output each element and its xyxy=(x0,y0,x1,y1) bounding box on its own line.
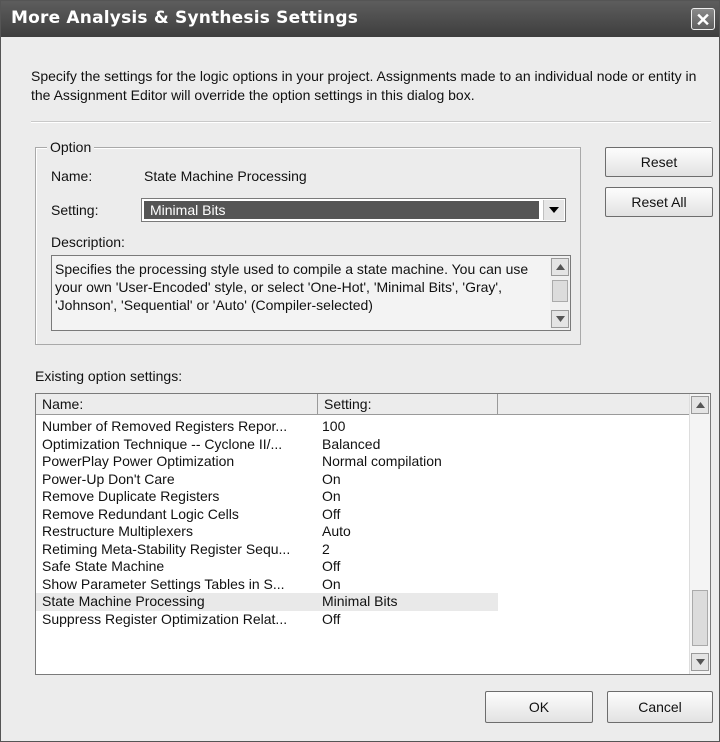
row-option-name: Safe State Machine xyxy=(42,558,165,574)
row-option-name: Optimization Technique -- Cyclone II/... xyxy=(42,435,283,452)
row-option-name: Retiming Meta-Stability Register Sequ... xyxy=(42,540,291,557)
column-header-empty xyxy=(498,394,694,414)
row-option-name: Number of Removed Registers Repor... xyxy=(42,418,288,434)
row-option-setting: Off xyxy=(322,505,341,522)
list-rows: Number of Removed Registers Repor... 100 O… xyxy=(36,418,692,628)
title-bar: More Analysis & Synthesis Settings ✕ xyxy=(1,1,719,37)
table-row[interactable]: PowerPlay Power Optimization Normal compi… xyxy=(36,453,692,471)
existing-settings-label: Existing option settings: xyxy=(35,368,183,384)
table-row[interactable]: Restructure Multiplexers Auto xyxy=(36,523,692,541)
row-option-name: Restructure Multiplexers xyxy=(42,523,193,539)
row-option-setting: Off xyxy=(322,558,341,574)
row-option-name: Suppress Register Optimization Relat... xyxy=(42,610,288,627)
row-option-setting: Off xyxy=(322,610,341,627)
ok-button[interactable]: OK xyxy=(485,691,593,723)
intro-text: Specify the settings for the logic optio… xyxy=(31,68,697,103)
window-title: More Analysis & Synthesis Settings xyxy=(11,8,359,28)
row-option-setting: On xyxy=(322,488,341,504)
row-option-setting: Normal compilation xyxy=(322,453,442,469)
table-row[interactable]: Retiming Meta-Stability Register Sequ...… xyxy=(36,541,692,559)
row-option-setting: Auto xyxy=(322,523,351,539)
row-option-setting: 2 xyxy=(322,540,330,557)
description-scroll-thumb[interactable] xyxy=(552,280,568,302)
arrow-down-icon[interactable] xyxy=(551,310,569,328)
option-name-value: State Machine Processing xyxy=(144,168,307,184)
row-option-setting: 100 xyxy=(322,418,346,434)
row-option-setting: On xyxy=(322,470,341,487)
table-row[interactable]: Optimization Technique -- Cyclone II/...… xyxy=(36,436,692,454)
row-option-name: Show Parameter Settings Tables in S... xyxy=(42,575,285,592)
table-row[interactable]: Show Parameter Settings Tables in S... On xyxy=(36,576,692,594)
chevron-down-icon[interactable] xyxy=(543,200,564,220)
list-scroll-thumb[interactable] xyxy=(692,590,708,646)
separator xyxy=(31,121,711,123)
existing-settings-list[interactable]: Name: Setting: Number of Removed Registe… xyxy=(35,393,711,675)
row-option-setting: Balanced xyxy=(322,435,381,452)
description-scrollbar[interactable] xyxy=(550,256,570,330)
description-textarea[interactable]: Specifies the processing style used to c… xyxy=(51,255,571,331)
table-row[interactable]: Remove Redundant Logic Cells Off xyxy=(36,506,692,524)
dialog-window: More Analysis & Synthesis Settings ✕ Spe… xyxy=(0,0,720,742)
description-label: Description: xyxy=(51,234,125,250)
reset-button[interactable]: Reset xyxy=(605,147,713,177)
row-option-setting: On xyxy=(322,575,341,592)
list-scrollbar[interactable] xyxy=(689,394,710,674)
row-option-name: Remove Redundant Logic Cells xyxy=(42,505,239,522)
row-option-name: PowerPlay Power Optimization xyxy=(42,453,235,469)
table-row[interactable]: Power-Up Don't Care On xyxy=(36,471,692,489)
reset-all-button[interactable]: Reset All xyxy=(605,187,713,217)
option-legend: Option xyxy=(47,139,95,155)
table-row[interactable]: Number of Removed Registers Repor... 100 xyxy=(36,418,692,436)
table-row[interactable]: Suppress Register Optimization Relat... O… xyxy=(36,611,692,629)
arrow-up-icon[interactable] xyxy=(691,396,709,414)
table-row[interactable]: Remove Duplicate Registers On xyxy=(36,488,692,506)
setting-dropdown[interactable]: Minimal Bits xyxy=(141,198,566,222)
close-icon[interactable]: ✕ xyxy=(691,8,715,30)
list-header: Name: Setting: xyxy=(36,394,710,415)
row-option-name: Power-Up Don't Care xyxy=(42,470,175,487)
row-option-name: State Machine Processing xyxy=(42,593,205,609)
description-text: Specifies the processing style used to c… xyxy=(55,261,529,313)
setting-label: Setting: xyxy=(51,202,99,218)
arrow-up-icon[interactable] xyxy=(551,258,569,276)
cancel-button[interactable]: Cancel xyxy=(607,691,713,723)
column-header-setting[interactable]: Setting: xyxy=(318,394,498,414)
column-header-name[interactable]: Name: xyxy=(36,394,318,414)
arrow-down-icon[interactable] xyxy=(691,653,709,671)
table-row[interactable]: Safe State Machine Off xyxy=(36,558,692,576)
setting-selected-value: Minimal Bits xyxy=(144,201,539,219)
row-option-name: Remove Duplicate Registers xyxy=(42,488,220,504)
name-label: Name: xyxy=(51,168,93,184)
row-option-setting: Minimal Bits xyxy=(322,593,398,609)
table-row[interactable]: State Machine Processing Minimal Bits xyxy=(36,593,692,611)
